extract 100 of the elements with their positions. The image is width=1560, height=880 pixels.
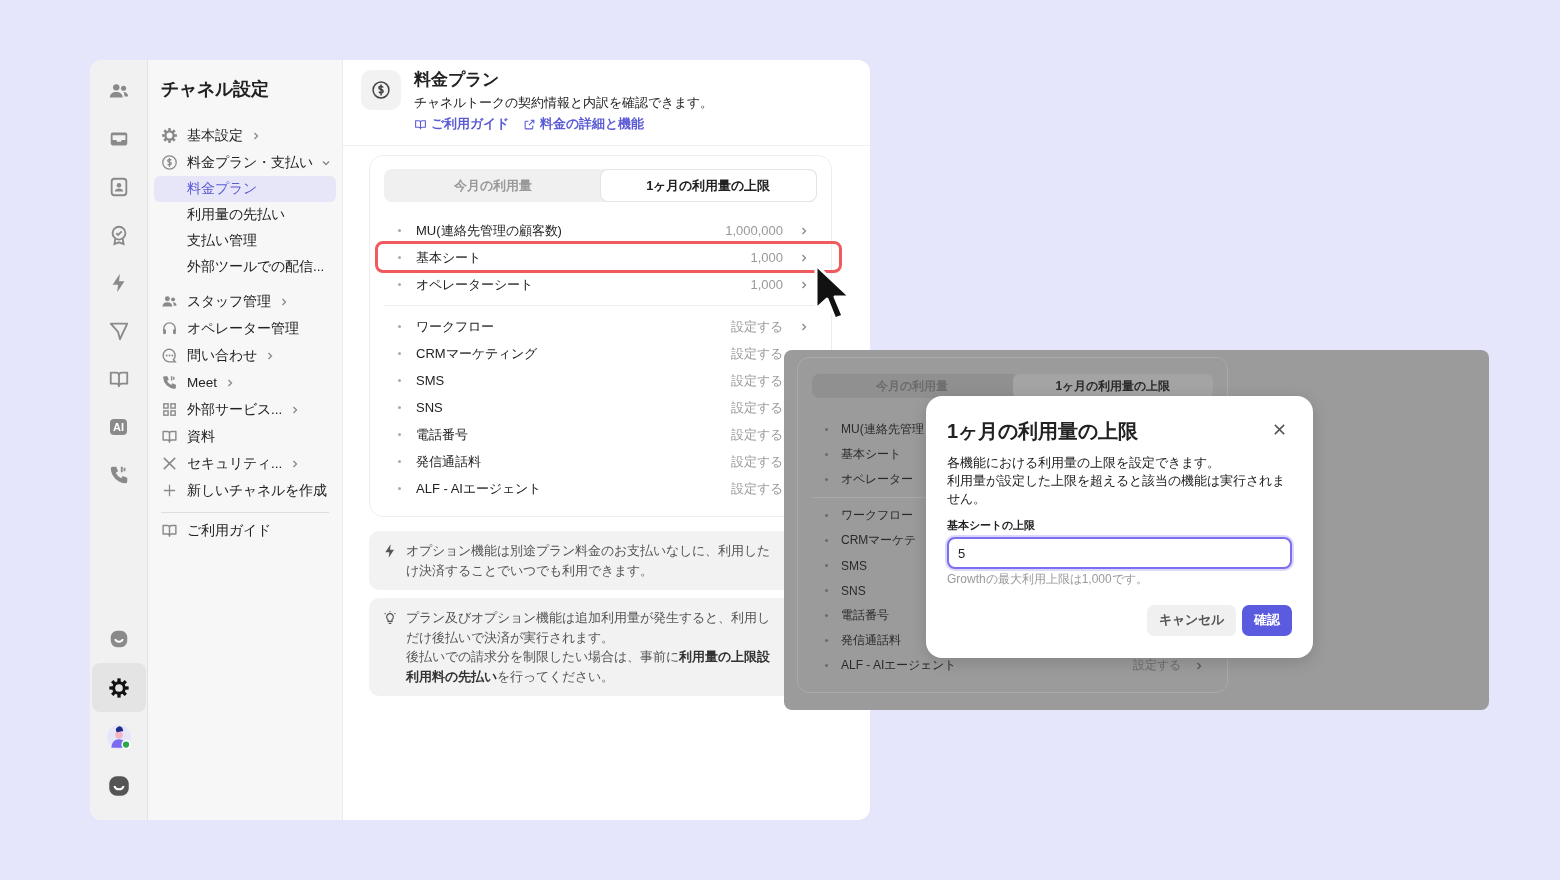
sidebar-item[interactable]: 新しいチャネルを作成 bbox=[154, 477, 336, 504]
limit-name: 基本シート bbox=[841, 446, 901, 463]
nav-button[interactable] bbox=[91, 663, 146, 712]
limit-name: CRMマーケティング bbox=[416, 344, 538, 363]
headset-icon bbox=[161, 320, 178, 337]
limit-input[interactable]: 5 bbox=[947, 537, 1292, 569]
bullet-dot bbox=[398, 256, 401, 259]
bullet-dot bbox=[825, 514, 828, 517]
note-text: プラン及びオプション機能は追加利用量が発生すると、利用し だけ後払いで決済が実行されます。 後払いでの請求分を制限したい場合は、事前に利用量の上限設 利用料の先払いを行ってください。 bbox=[406, 609, 770, 686]
limit-value: 1,000 bbox=[750, 250, 783, 265]
limit-name: SNS bbox=[416, 400, 444, 415]
book-icon bbox=[161, 428, 178, 445]
phone-icon bbox=[161, 374, 178, 391]
cancel-button[interactable]: キャンセル bbox=[1147, 605, 1236, 636]
limit-name: 電話番号 bbox=[841, 607, 889, 624]
bullet-dot bbox=[398, 379, 401, 382]
bullet-dot bbox=[825, 639, 828, 642]
sidebar-item[interactable]: 問い合わせ bbox=[154, 342, 336, 369]
sidebar-item[interactable]: ご利用ガイド bbox=[154, 517, 336, 544]
dollar-coin-icon bbox=[371, 80, 391, 100]
limit-name: ALF - AIエージェント bbox=[416, 479, 542, 498]
limit-value: 1,000,000 bbox=[725, 223, 783, 238]
grid-icon bbox=[161, 401, 178, 418]
sidebar-subitem[interactable]: 料金プラン bbox=[154, 176, 336, 202]
bullet-dot bbox=[825, 428, 828, 431]
chevron-right-icon bbox=[265, 350, 275, 361]
page-title: 料金プラン bbox=[414, 69, 500, 91]
page-description: チャネルトークの契約情報と内訳を確認できます。 bbox=[414, 95, 713, 112]
chevron-right-icon bbox=[279, 296, 289, 307]
bullet-dot bbox=[398, 229, 401, 232]
sidebar-title: チャネル設定 bbox=[160, 78, 270, 101]
bullet-dot bbox=[398, 433, 401, 436]
bullet-dot bbox=[825, 664, 828, 667]
bullet-dot bbox=[825, 564, 828, 567]
book-icon bbox=[414, 117, 427, 131]
limit-name: ALF - AIエージェント bbox=[841, 657, 957, 674]
book-icon bbox=[161, 522, 178, 539]
limit-name: オペレーター bbox=[841, 471, 913, 488]
limit-value: 設定する bbox=[731, 398, 783, 417]
limit-name: SMS bbox=[841, 558, 867, 573]
bullet-dot bbox=[398, 406, 401, 409]
limit-name: ワークフロー bbox=[416, 317, 495, 336]
external-link-icon bbox=[523, 117, 536, 131]
header-link[interactable]: ご利用ガイド bbox=[414, 114, 509, 134]
bullet-dot bbox=[398, 325, 401, 328]
settings-icon bbox=[107, 676, 130, 699]
sidebar-subitem[interactable]: 利用量の先払い bbox=[154, 202, 336, 228]
sidebar-item[interactable]: オペレーター管理 bbox=[154, 315, 336, 342]
lightbulb-icon bbox=[382, 610, 398, 626]
sidebar-item[interactable]: Meet bbox=[154, 369, 336, 396]
tools-icon bbox=[161, 455, 178, 472]
limit-value: 設定する bbox=[731, 479, 783, 498]
sidebar-item[interactable]: セキュリティ... bbox=[154, 450, 336, 477]
close-icon bbox=[1272, 422, 1286, 436]
limit-name: 電話番号 bbox=[416, 425, 469, 444]
limit-name: オペレーターシート bbox=[416, 275, 534, 294]
chevron-right-icon bbox=[799, 279, 809, 290]
tab[interactable]: 1ヶ月の利用量の上限 bbox=[600, 170, 816, 201]
chevron-right-icon bbox=[799, 321, 809, 332]
sidebar-item[interactable]: 基本設定 bbox=[154, 122, 336, 149]
limit-name: 基本シート bbox=[416, 248, 482, 267]
plus-icon bbox=[161, 482, 178, 499]
avatar-icon bbox=[105, 723, 132, 750]
sidebar-item[interactable]: 資料 bbox=[154, 423, 336, 450]
bullet-dot bbox=[825, 539, 828, 542]
dialog-description: 各機能における利用量の上限を設定できます。 利用量が設定した上限を超えると該当の機能は実行されません。 bbox=[947, 455, 1286, 508]
tab[interactable]: 1ヶ月の利用量の上限 bbox=[1012, 374, 1213, 398]
settings-icon bbox=[161, 127, 178, 144]
limit-name: 発信通話料 bbox=[841, 632, 901, 649]
limit-name: CRMマーケテ bbox=[841, 532, 917, 549]
bullet-dot bbox=[398, 352, 401, 355]
bullet-dot bbox=[825, 453, 828, 456]
bullet-dot bbox=[398, 460, 401, 463]
sidebar-item[interactable]: スタッフ管理 bbox=[154, 288, 336, 315]
sidebar-subitem[interactable]: 支払い管理 bbox=[154, 228, 336, 254]
limit-name: ワークフロー bbox=[841, 507, 913, 524]
limit-value: 設定する bbox=[731, 425, 783, 444]
header-link[interactable]: 料金の詳細と機能 bbox=[523, 114, 644, 134]
field-hint: Growthの最大利用上限は1,000です。 bbox=[947, 572, 1149, 587]
dollar-coin-icon bbox=[161, 154, 178, 171]
limit-name: SNS bbox=[841, 583, 866, 598]
limit-name: SMS bbox=[416, 373, 446, 388]
limit-value: 設定する bbox=[731, 317, 783, 336]
chevron-right-icon bbox=[251, 130, 261, 141]
bullet-dot bbox=[398, 283, 401, 286]
chevron-right-icon bbox=[799, 252, 809, 263]
field-label: 基本シートの上限 bbox=[947, 518, 1036, 533]
bullet-dot bbox=[825, 614, 828, 617]
limit-name: MU(連絡先管理の顧客数) bbox=[416, 221, 563, 240]
sidebar-item[interactable]: 料金プラン・支払い bbox=[154, 149, 336, 176]
bullet-dot bbox=[825, 478, 828, 481]
limit-name: MU(連絡先管理 bbox=[841, 421, 924, 438]
note-text: オプション機能は別途プラン料金のお支払いなしに、利用した け決済することでいつでも利用できます。 bbox=[406, 542, 770, 580]
sidebar-item[interactable]: 外部サービス... bbox=[154, 396, 336, 423]
limit-name: 発信通話料 bbox=[416, 452, 482, 471]
confirm-button[interactable]: 確認 bbox=[1242, 605, 1292, 636]
chevron-right-icon bbox=[225, 377, 235, 388]
speech-bubble-icon bbox=[161, 347, 178, 364]
sidebar-subitem[interactable]: 外部ツールでの配信... bbox=[154, 254, 336, 280]
dialog-title: 1ヶ月の利用量の上限 bbox=[947, 419, 1139, 444]
